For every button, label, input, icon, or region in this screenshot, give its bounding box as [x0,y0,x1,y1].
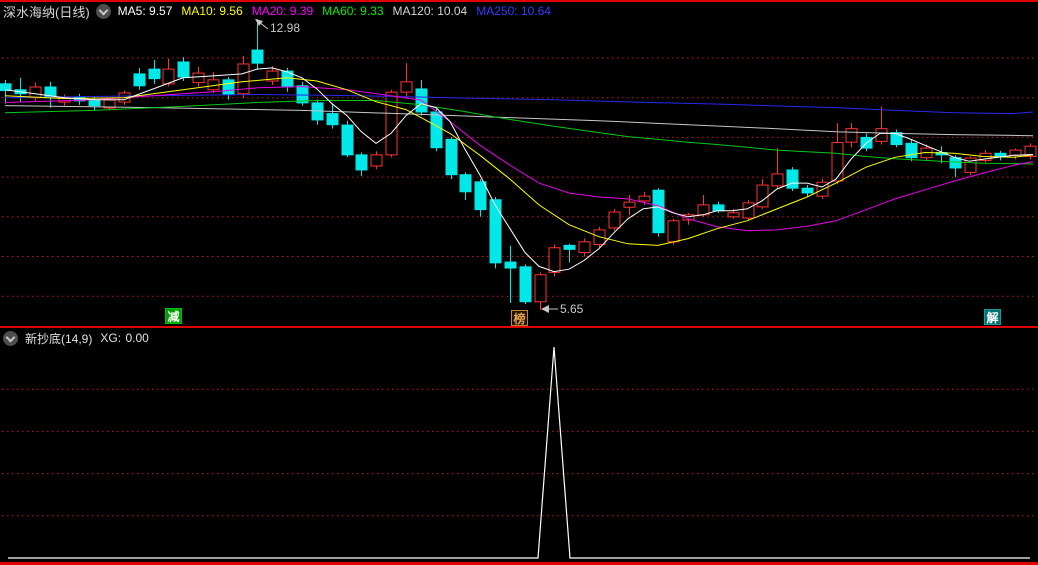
event-marker-1[interactable]: 榜 [511,310,528,326]
indicator-name: 新抄底(14,9) [25,331,93,346]
ma-legend-item-1: MA10: 9.56 [181,4,243,18]
event-marker-2[interactable]: 解 [984,309,1001,325]
ma-legend-item-2: MA20: 9.39 [251,4,314,18]
ma-legend-item-5: MA250: 10.64 [476,4,551,18]
main-chart-header: 深水海纳(日线) MA5: 9.57 MA10: 9.56 MA20: 9.39 MA… [3,2,560,20]
chevron-down-icon[interactable] [3,330,18,346]
high-price-annotation: 12.98 [270,21,301,35]
indicator-xg-value: 0.00 [125,331,149,345]
ma-legend: MA5: 9.57 MA10: 9.56 MA20: 9.39 MA60: 9.33 M… [118,2,560,20]
indicator-xg-label: XG: [100,331,122,345]
chevron-down-icon[interactable] [95,3,111,19]
ma-legend-item-0: MA5: 9.57 [117,4,173,18]
indicator-header: 新抄底(14,9) XG: 0.00 [3,330,149,346]
ma-legend-item-3: MA60: 9.33 [322,4,384,18]
stock-chart-window: 深水海纳(日线) MA5: 9.57 MA10: 9.56 MA20: 9.39 MA… [0,0,1038,565]
stock-title: 深水海纳(日线) [3,4,90,20]
event-marker-0[interactable]: 减 [165,308,182,324]
chart-canvas[interactable] [0,0,1038,565]
low-price-annotation: 5.65 [560,302,584,316]
ma-legend-item-4: MA120: 10.04 [392,4,468,18]
